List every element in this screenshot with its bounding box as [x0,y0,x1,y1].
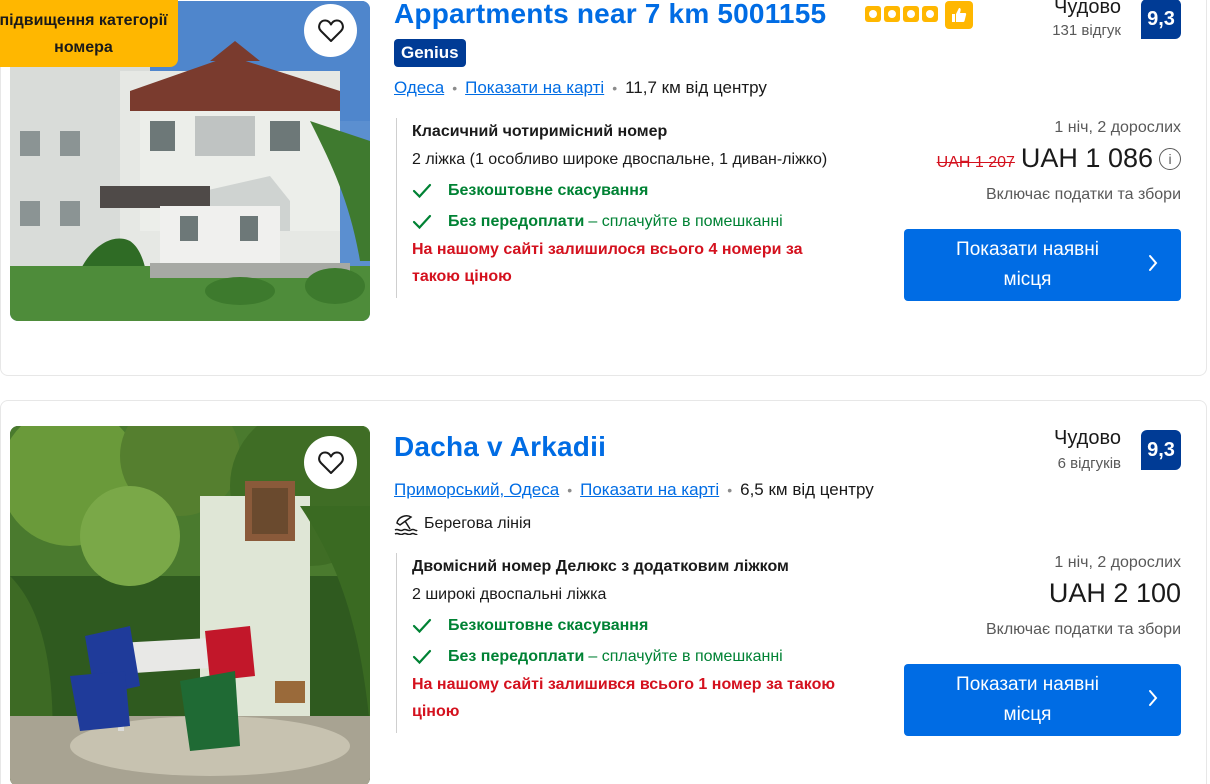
heart-icon [317,19,344,42]
review-score-badge[interactable]: 9,3 [1141,430,1181,470]
checkmark-icon [412,214,432,230]
info-icon[interactable]: i [1159,147,1181,170]
star-icon [922,6,938,22]
show-availability-button[interactable]: Показати наявні місця [904,664,1181,736]
beach-icon [394,515,418,535]
current-price: UAH 1 086 [1020,143,1153,173]
separator-dot: • [612,80,618,96]
separator-dot: • [567,482,573,498]
distance-text: 6,5 км від центру [740,480,874,499]
checkmark-icon [412,618,432,634]
star-icon [903,6,919,22]
distance-text: 11,7 км від центру [625,78,767,97]
nights-guests: 1 ніч, 2 дорослих [1054,554,1181,571]
nights-guests: 1 ніч, 2 дорослих [1054,119,1181,136]
separator-dot: • [727,482,733,498]
bed-info: 2 ліжка (1 особливо широке двоспальне, 1… [412,151,828,168]
review-score-badge[interactable]: 9,3 [1141,0,1181,39]
star-rating [865,6,938,22]
save-favorite-button[interactable] [304,436,357,489]
beachfront-label: Берегова лінія [424,515,532,532]
checkmark-icon [412,649,432,665]
room-info: Двомісний номер Делюкс з додатковим ліжк… [396,553,896,733]
save-favorite-button[interactable] [304,4,357,57]
property-card: Dacha v Arkadii Приморський, Одеса • Пок… [0,400,1207,784]
chevron-right-icon [1149,690,1158,706]
room-name: Класичний чотиримісний номер [412,123,668,140]
free-cancellation: Безкоштовне скасування [412,616,896,636]
property-title-link[interactable]: Appartments near 7 km 5001155 [394,0,826,30]
star-icon [884,6,900,22]
location-link[interactable]: Одеса [394,78,444,98]
price-block: 1 ніч, 2 дорослих UAH 2 100 Включає пода… [986,554,1181,639]
heart-icon [317,451,344,474]
thumbs-up-icon [945,1,973,29]
show-on-map-link[interactable]: Показати на карті [465,78,604,98]
room-name: Двомісний номер Делюкс з додатковим ліжк… [412,558,789,575]
room-info: Класичний чотиримісний номер 2 ліжка (1 … [396,118,896,298]
no-prepayment: Без передоплати – сплачуйте в помешканні [412,212,896,232]
free-cancellation: Безкоштовне скасування [412,181,896,201]
review-count[interactable]: 6 відгуків [1058,455,1121,472]
separator-dot: • [452,80,458,96]
property-photo[interactable] [10,426,370,784]
scarcity-message: На нашому сайті залишився всього 1 номер… [412,676,836,720]
rating-word: Чудово [1054,427,1121,449]
show-on-map-link[interactable]: Показати на карті [580,480,719,500]
taxes-note: Включає податки та збори [985,621,1181,638]
location-row: Приморський, Одеса • Показати на карті •… [394,480,874,500]
genius-badge: Genius [394,39,466,67]
free-upgrade-badge: Безкоштовне підвищення категорії номера [0,0,178,67]
property-card: Безкоштовне підвищення категорії номера … [0,0,1207,376]
star-icon [865,6,881,22]
old-price: UAH 1 207 [936,154,1015,171]
no-prepayment: Без передоплати – сплачуйте в помешканні [412,647,896,667]
chevron-right-icon [1149,255,1158,271]
location-link[interactable]: Приморський, Одеса [394,480,559,500]
review-count[interactable]: 131 відгук [1052,22,1121,39]
location-row: Одеса • Показати на карті • 11,7 км від … [394,78,767,98]
bed-info: 2 широкі двоспальні ліжка [412,586,607,603]
show-availability-button[interactable]: Показати наявні місця [904,229,1181,301]
beachfront-row: Берегова лінія [394,513,531,535]
scarcity-message: На нашому сайті залишилося всього 4 номе… [412,241,803,285]
price-block: 1 ніч, 2 дорослих UAH 1 207 UAH 1 086 i … [937,119,1181,204]
taxes-note: Включає податки та збори [985,186,1181,203]
current-price: UAH 2 100 [1048,578,1181,608]
property-title-link[interactable]: Dacha v Arkadii [394,431,606,463]
rating-word: Чудово [1054,0,1121,18]
checkmark-icon [412,183,432,199]
